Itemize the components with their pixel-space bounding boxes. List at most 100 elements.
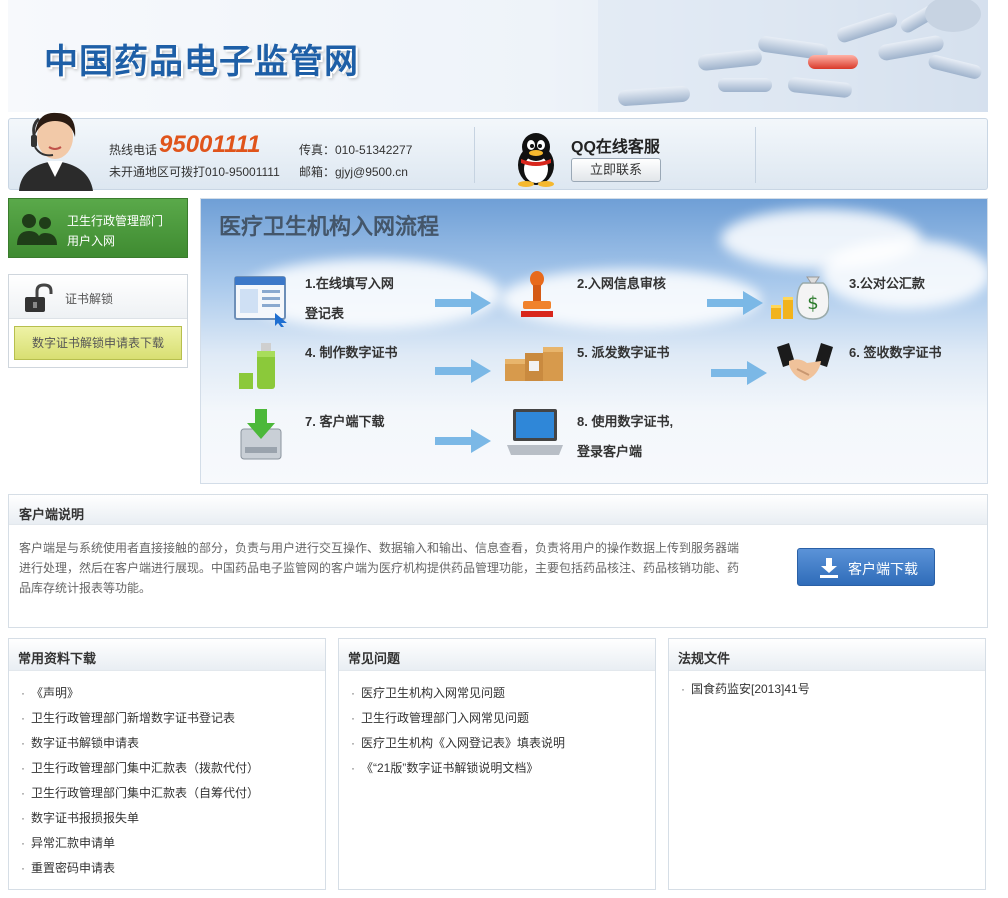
bullet-icon: · bbox=[21, 786, 25, 800]
bullet-icon: · bbox=[351, 686, 355, 700]
process-title: 医疗卫生机构入网流程 bbox=[219, 214, 440, 239]
bullet-icon: · bbox=[21, 811, 25, 825]
flow-arrow-icon bbox=[707, 291, 763, 315]
step-2-label: 2.入网信息审核 bbox=[577, 276, 666, 291]
list-item: · 卫生行政管理部门集中汇款表（自筹代付） bbox=[21, 783, 259, 808]
fax-number: 传真：010-51342277 bbox=[299, 143, 413, 157]
list-item: · 重置密码申请表 bbox=[21, 858, 259, 883]
cert-unlock-panel: 证书解锁 数字证书解锁申请表下载 bbox=[8, 274, 188, 368]
bullet-icon: · bbox=[21, 686, 25, 700]
download-link[interactable]: 异常汇款申请单 bbox=[31, 836, 115, 850]
flow-arrow-icon bbox=[711, 361, 767, 385]
unlock-form-download-button[interactable]: 数字证书解锁申请表下载 bbox=[14, 326, 182, 360]
list-item: · 国食药监安[2013]41号 bbox=[681, 679, 810, 704]
step-6-label: 6. 签收数字证书 bbox=[849, 345, 942, 360]
contact-bar: 热线电话 95001111 未开通地区可拨打010-95001111 传真：01… bbox=[8, 112, 988, 191]
hotline-note: 未开通地区可拨打010-95001111 bbox=[109, 165, 280, 179]
health-dept-label: 卫生行政管理部门 bbox=[67, 214, 164, 228]
faq-link[interactable]: 医疗卫生机构《入网登记表》填表说明 bbox=[361, 736, 565, 750]
flow-arrow-icon bbox=[435, 429, 491, 453]
bullet-icon: · bbox=[21, 711, 25, 725]
faq-list: · 医疗卫生机构入网常见问题 · 卫生行政管理部门入网常见问题 · 医疗卫生机构《入网… bbox=[351, 683, 565, 783]
list-item: · 异常汇款申请单 bbox=[21, 833, 259, 858]
laptop-icon bbox=[507, 409, 563, 455]
money-bag-icon: $ bbox=[771, 276, 829, 320]
bullet-icon: · bbox=[21, 861, 25, 875]
client-download-label: 客户端下载 bbox=[848, 561, 918, 577]
list-item: · 卫生行政管理部门入网常见问题 bbox=[351, 708, 565, 733]
list-item: · 《声明》 bbox=[21, 683, 259, 708]
stamp-icon bbox=[521, 271, 553, 317]
bullet-icon: · bbox=[351, 711, 355, 725]
regulation-link[interactable]: 国食药监安[2013]41号 bbox=[691, 682, 810, 696]
download-link[interactable]: 卫生行政管理部门集中汇款表（自筹代付） bbox=[31, 786, 259, 800]
unlock-icon bbox=[25, 283, 53, 312]
download-link[interactable]: 重置密码申请表 bbox=[31, 861, 115, 875]
list-item: · 卫生行政管理部门集中汇款表（拨款代付） bbox=[21, 758, 259, 783]
step-4-label: 4. 制作数字证书 bbox=[305, 345, 398, 360]
download-link[interactable]: 数字证书解锁申请表 bbox=[31, 736, 139, 750]
downloads-list: · 《声明》 · 卫生行政管理部门新增数字证书登记表 · 数字证书解锁申请表 · 卫生行… bbox=[21, 683, 259, 883]
divider bbox=[755, 127, 756, 183]
hotline-label: 热线电话 bbox=[109, 143, 158, 157]
faq-title: 常见问题 bbox=[348, 651, 401, 666]
faq-link[interactable]: 《“21版”数字证书解锁说明文档》 bbox=[361, 761, 538, 775]
downloads-title: 常用资料下载 bbox=[18, 651, 97, 666]
regulations-list: · 国食药监安[2013]41号 bbox=[681, 679, 810, 704]
step-3-label: 3.公对公汇款 bbox=[849, 276, 925, 291]
bullet-icon: · bbox=[21, 836, 25, 850]
bullet-icon: · bbox=[351, 761, 355, 775]
flow-arrow-icon bbox=[435, 291, 491, 315]
download-link[interactable]: 《声明》 bbox=[31, 686, 79, 700]
usb-key-icon bbox=[239, 343, 275, 389]
cert-unlock-header: 证书解锁 bbox=[9, 275, 187, 319]
bullet-icon: · bbox=[21, 761, 25, 775]
site-title: 中国药品电子监管网 bbox=[44, 42, 359, 82]
svg-text:$: $ bbox=[807, 293, 818, 314]
form-icon bbox=[234, 276, 287, 327]
list-item: · 数字证书解锁申请表 bbox=[21, 733, 259, 758]
user-join-label: 用户入网 bbox=[67, 234, 116, 248]
hotline-number: 95001111 bbox=[159, 131, 261, 158]
panel-header: 常用资料下载 bbox=[9, 639, 325, 671]
bullet-icon: · bbox=[681, 682, 685, 696]
faq-link[interactable]: 卫生行政管理部门入网常见问题 bbox=[361, 711, 529, 725]
step-8-label: 8. 使用数字证书, 登录客户端 bbox=[577, 414, 674, 459]
list-item: · 医疗卫生机构《入网登记表》填表说明 bbox=[351, 733, 565, 758]
cert-unlock-label: 证书解锁 bbox=[65, 292, 114, 306]
bullet-icon: · bbox=[351, 736, 355, 750]
regulations-title: 法规文件 bbox=[678, 651, 731, 666]
health-dept-join-link[interactable]: 卫生行政管理部门 用户入网 bbox=[8, 198, 188, 258]
regulations-column: 法规文件 · 国食药监安[2013]41号 bbox=[668, 638, 986, 890]
list-item: · 医疗卫生机构入网常见问题 bbox=[351, 683, 565, 708]
faq-link[interactable]: 医疗卫生机构入网常见问题 bbox=[361, 686, 505, 700]
client-description-title: 客户端说明 bbox=[19, 507, 85, 522]
pills-illustration bbox=[598, 0, 988, 112]
email-address: 邮箱：gjyj@9500.cn bbox=[299, 165, 408, 179]
download-drive-icon bbox=[240, 409, 282, 460]
downloads-column: 常用资料下载 · 《声明》 · 卫生行政管理部门新增数字证书登记表 · 数字证书解锁申… bbox=[8, 638, 326, 890]
download-link[interactable]: 卫生行政管理部门集中汇款表（拨款代付） bbox=[31, 761, 259, 775]
faq-column: 常见问题 · 医疗卫生机构入网常见问题 · 卫生行政管理部门入网常见问题 · 医疗卫生… bbox=[338, 638, 656, 890]
download-icon bbox=[820, 558, 838, 578]
client-description-panel: 客户端说明 客户端是与系统使用者直接接触的部分，负责与用户进行交互操作、数据输入… bbox=[8, 494, 988, 628]
bullet-icon: · bbox=[21, 736, 25, 750]
contact-now-button[interactable]: 立即联系 bbox=[571, 158, 661, 182]
site-banner: 中国药品电子监管网 bbox=[8, 0, 988, 112]
step-7-label: 7. 客户端下载 bbox=[305, 414, 385, 429]
step-5-label: 5. 派发数字证书 bbox=[577, 345, 670, 360]
customer-service-agent-photo bbox=[19, 112, 93, 191]
join-process-panel: 医疗卫生机构入网流程 1.在线填写入网 登记表 2.入网信息审核 $ 3.公对公… bbox=[200, 198, 988, 484]
qq-service-title: QQ在线客服 bbox=[571, 139, 660, 156]
client-download-button[interactable]: 客户端下载 bbox=[797, 548, 935, 586]
qq-penguin-icon bbox=[518, 133, 554, 187]
boxes-icon bbox=[505, 347, 563, 381]
list-item: · 《“21版”数字证书解锁说明文档》 bbox=[351, 758, 565, 783]
list-item: · 卫生行政管理部门新增数字证书登记表 bbox=[21, 708, 259, 733]
panel-header: 客户端说明 bbox=[9, 495, 987, 525]
download-link[interactable]: 数字证书报损报失单 bbox=[31, 811, 139, 825]
download-link[interactable]: 卫生行政管理部门新增数字证书登记表 bbox=[31, 711, 235, 725]
flow-arrow-icon bbox=[435, 359, 491, 383]
divider bbox=[474, 127, 475, 183]
handshake-icon bbox=[777, 343, 833, 381]
